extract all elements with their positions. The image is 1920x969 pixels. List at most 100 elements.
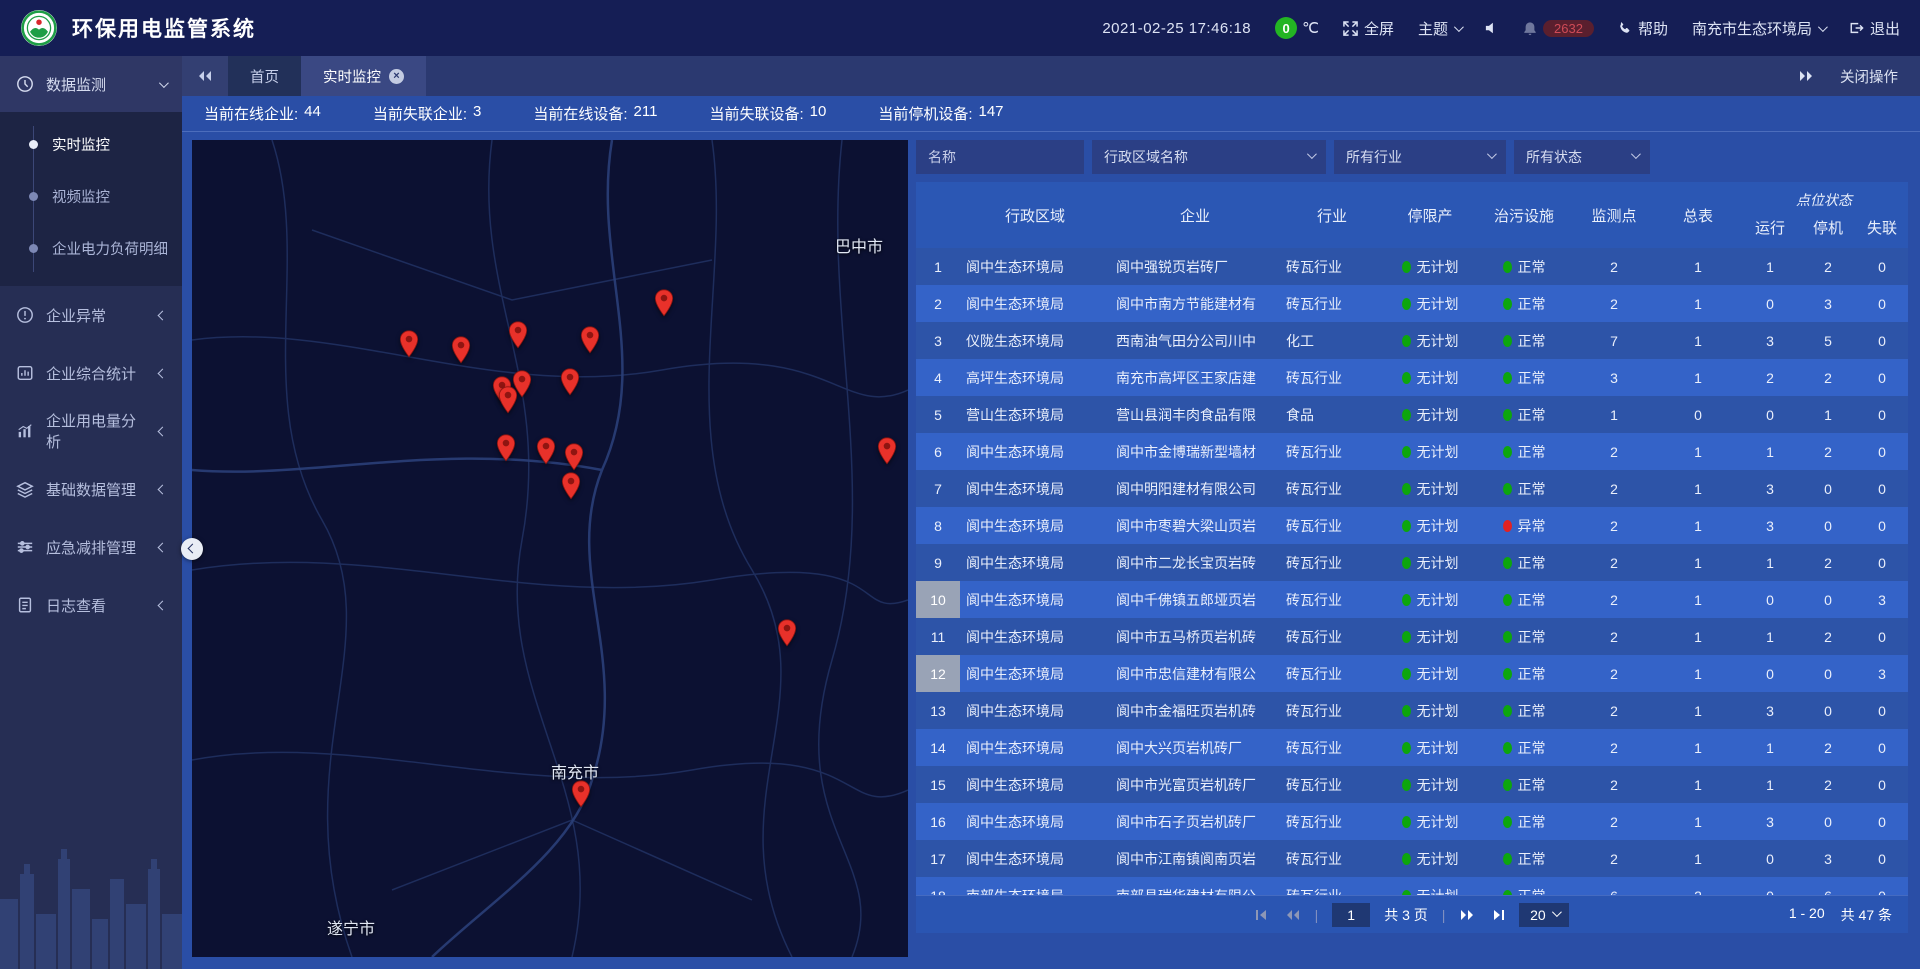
chevron-down-icon bbox=[1454, 22, 1464, 32]
cell-stop-count: 2 bbox=[1800, 544, 1856, 581]
table-row[interactable]: 9 阆中生态环境局 阆中市二龙长宝页岩砖 砖瓦行业 无计划 正常 2 1 1 2… bbox=[916, 544, 1908, 581]
region-select[interactable]: 行政区域名称 bbox=[1092, 140, 1326, 174]
tab-bar: 首页 实时监控 × 关闭操作 bbox=[182, 56, 1920, 96]
cell-plan-status: 无计划 bbox=[1384, 840, 1476, 877]
map-pin-icon[interactable] bbox=[654, 289, 674, 317]
map-pin-icon[interactable] bbox=[496, 434, 516, 462]
tabs-scroll-left-button[interactable] bbox=[182, 56, 228, 96]
sidebar-item-power-analysis[interactable]: 企业用电量分析 bbox=[0, 402, 182, 460]
table-row[interactable]: 16 阆中生态环境局 阆中市石子页岩机砖厂 砖瓦行业 无计划 正常 2 1 3 … bbox=[916, 803, 1908, 840]
theme-dropdown[interactable]: 主题 bbox=[1418, 18, 1461, 39]
cell-plan-status: 无计划 bbox=[1384, 655, 1476, 692]
top-bar: 环保用电监管系统 2021-02-25 17:46:18 0 ℃ 全屏 主题 bbox=[0, 0, 1920, 56]
cell-facility-status: 异常 bbox=[1476, 507, 1572, 544]
tab-home[interactable]: 首页 bbox=[228, 56, 301, 96]
industry-select[interactable]: 所有行业 bbox=[1334, 140, 1506, 174]
table-row[interactable]: 14 阆中生态环境局 阆中大兴页岩机砖厂 砖瓦行业 无计划 正常 2 1 1 2… bbox=[916, 729, 1908, 766]
cell-company: 阆中市光富页岩机砖厂 bbox=[1110, 766, 1280, 803]
map-pin-icon[interactable] bbox=[399, 330, 419, 358]
cell-region: 阆中生态环境局 bbox=[960, 285, 1110, 322]
map-pin-icon[interactable] bbox=[536, 437, 556, 465]
table-row[interactable]: 15 阆中生态环境局 阆中市光富页岩机砖厂 砖瓦行业 无计划 正常 2 1 1 … bbox=[916, 766, 1908, 803]
cell-plan-status: 无计划 bbox=[1384, 470, 1476, 507]
map-pin-icon[interactable] bbox=[564, 443, 584, 471]
cell-plan-status: 无计划 bbox=[1384, 433, 1476, 470]
temperature: 0 ℃ bbox=[1275, 17, 1319, 39]
table-row[interactable]: 8 阆中生态环境局 阆中市枣碧大梁山页岩 砖瓦行业 无计划 异常 2 1 3 0… bbox=[916, 507, 1908, 544]
prev-page-button[interactable] bbox=[1285, 909, 1301, 921]
chevron-left-icon bbox=[158, 426, 168, 436]
cell-monitor-points: 6 bbox=[1572, 877, 1656, 895]
map-pin-icon[interactable] bbox=[877, 437, 897, 465]
table-row[interactable]: 13 阆中生态环境局 阆中市金福旺页岩机砖 砖瓦行业 无计划 正常 2 1 3 … bbox=[916, 692, 1908, 729]
table-row[interactable]: 5 营山生态环境局 营山县润丰肉食品有限 食品 无计划 正常 1 0 0 1 0 bbox=[916, 396, 1908, 433]
cell-lost-count: 0 bbox=[1856, 840, 1908, 877]
close-operations-button[interactable]: 关闭操作 bbox=[1840, 66, 1898, 87]
map-panel[interactable]: 巴中市南充市遂宁市 bbox=[192, 140, 908, 957]
table-row[interactable]: 18 南部生态环境局 南部县瑞华建材有限公 砖瓦行业 无计划 正常 6 2 0 … bbox=[916, 877, 1908, 895]
cell-stop-count: 3 bbox=[1800, 840, 1856, 877]
map-pin-icon[interactable] bbox=[451, 336, 471, 364]
map-pin-icon[interactable] bbox=[580, 326, 600, 354]
sidebar-item-base-data[interactable]: 基础数据管理 bbox=[0, 460, 182, 518]
table-row[interactable]: 3 仪陇生态环境局 西南油气田分公司川中 化工 无计划 正常 7 1 3 5 0 bbox=[916, 322, 1908, 359]
name-search-input[interactable] bbox=[916, 140, 1084, 174]
map-pin-icon[interactable] bbox=[498, 386, 518, 414]
sound-toggle[interactable] bbox=[1485, 21, 1499, 35]
cell-stop-count: 0 bbox=[1800, 470, 1856, 507]
next-page-button[interactable] bbox=[1459, 909, 1475, 921]
chevron-left-icon bbox=[158, 484, 168, 494]
logout-button[interactable]: 退出 bbox=[1849, 18, 1900, 39]
table-row[interactable]: 1 阆中生态环境局 阆中强锐页岩砖厂 砖瓦行业 无计划 正常 2 1 1 2 0 bbox=[916, 248, 1908, 285]
cell-facility-status: 正常 bbox=[1476, 359, 1572, 396]
table-row[interactable]: 10 阆中生态环境局 阆中千佛镇五郎垭页岩 砖瓦行业 无计划 正常 2 1 0 … bbox=[916, 581, 1908, 618]
sidebar-item-log-view[interactable]: 日志查看 bbox=[0, 576, 182, 634]
status-dot bbox=[1503, 409, 1512, 421]
table-row[interactable]: 11 阆中生态环境局 阆中市五马桥页岩机砖 砖瓦行业 无计划 正常 2 1 1 … bbox=[916, 618, 1908, 655]
notifications[interactable]: 2632 bbox=[1523, 20, 1594, 37]
cell-facility-status: 正常 bbox=[1476, 729, 1572, 766]
cell-monitor-points: 2 bbox=[1572, 618, 1656, 655]
page-size-select[interactable]: 20 bbox=[1519, 903, 1569, 927]
last-page-button[interactable] bbox=[1489, 909, 1505, 921]
sidebar-item-data-monitor[interactable]: 数据监测 bbox=[0, 56, 182, 112]
tab-realtime-monitor[interactable]: 实时监控 × bbox=[301, 56, 426, 96]
close-tab-icon[interactable]: × bbox=[389, 69, 404, 84]
sidebar-item-enterprise-stats[interactable]: 企业综合统计 bbox=[0, 344, 182, 402]
table-row[interactable]: 4 高坪生态环境局 南充市高坪区王家店建 砖瓦行业 无计划 正常 3 1 2 2… bbox=[916, 359, 1908, 396]
help-button[interactable]: 帮助 bbox=[1618, 18, 1668, 39]
cell-facility-status: 正常 bbox=[1476, 248, 1572, 285]
city-label: 南充市 bbox=[551, 759, 599, 783]
sidebar-item-emergency-reduction[interactable]: 应急减排管理 bbox=[0, 518, 182, 576]
table-row[interactable]: 17 阆中生态环境局 阆中市江南镇阆南页岩 砖瓦行业 无计划 正常 2 1 0 … bbox=[916, 840, 1908, 877]
sidebar-item-realtime-monitor[interactable]: 实时监控 bbox=[0, 118, 182, 170]
status-dot bbox=[1402, 483, 1411, 495]
cell-stop-count: 2 bbox=[1800, 433, 1856, 470]
double-chevron-right-icon[interactable] bbox=[1798, 70, 1814, 82]
page-number-input[interactable]: 1 bbox=[1332, 903, 1370, 927]
map-pin-icon[interactable] bbox=[560, 368, 580, 396]
map-pin-icon[interactable] bbox=[777, 619, 797, 647]
org-dropdown[interactable]: 南充市生态环境局 bbox=[1692, 18, 1825, 39]
city-label: 巴中市 bbox=[835, 233, 883, 257]
cell-total-meters: 1 bbox=[1656, 655, 1740, 692]
cell-lost-count: 0 bbox=[1856, 803, 1908, 840]
filter-bar: 行政区域名称 所有行业 所有状态 bbox=[916, 140, 1908, 174]
table-row[interactable]: 6 阆中生态环境局 阆中市金博瑞新型墙材 砖瓦行业 无计划 正常 2 1 1 2… bbox=[916, 433, 1908, 470]
fullscreen-button[interactable]: 全屏 bbox=[1343, 18, 1394, 39]
sidebar-item-enterprise-abnormal[interactable]: 企业异常 bbox=[0, 286, 182, 344]
status-select[interactable]: 所有状态 bbox=[1514, 140, 1650, 174]
map-pin-icon[interactable] bbox=[508, 321, 528, 349]
table-row[interactable]: 2 阆中生态环境局 阆中市南方节能建材有 砖瓦行业 无计划 正常 2 1 0 3… bbox=[916, 285, 1908, 322]
cell-region: 阆中生态环境局 bbox=[960, 655, 1110, 692]
record-range-label: 1 - 20 bbox=[1789, 905, 1825, 925]
sidebar-item-power-load-detail[interactable]: 企业电力负荷明细 bbox=[0, 222, 182, 274]
first-page-button[interactable] bbox=[1255, 909, 1271, 921]
cell-facility-status: 正常 bbox=[1476, 581, 1572, 618]
map-pin-icon[interactable] bbox=[571, 780, 591, 808]
map-pin-icon[interactable] bbox=[561, 472, 581, 500]
table-row[interactable]: 7 阆中生态环境局 阆中明阳建材有限公司 砖瓦行业 无计划 正常 2 1 3 0… bbox=[916, 470, 1908, 507]
sidebar-item-video-monitor[interactable]: 视频监控 bbox=[0, 170, 182, 222]
table-row[interactable]: 12 阆中生态环境局 阆中市忠信建材有限公 砖瓦行业 无计划 正常 2 1 0 … bbox=[916, 655, 1908, 692]
map-collapse-handle[interactable] bbox=[181, 538, 203, 560]
